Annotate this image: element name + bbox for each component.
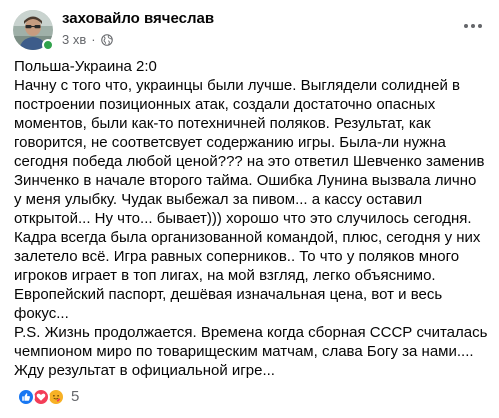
more-dot [478, 24, 482, 28]
heart-glyph [36, 393, 46, 401]
more-options-icon[interactable] [457, 12, 489, 40]
post-text-line: чемпионом миро по товарищеским матчам, с… [14, 343, 474, 360]
reaction-count[interactable]: 5 [71, 388, 79, 406]
like-icon[interactable] [17, 388, 35, 406]
facebook-post: заховайло вячеслав 3 хв · Польша-Украина… [0, 0, 499, 418]
more-dot [464, 24, 468, 28]
post-text-line: сегодня победа любой ценой??? на это отв… [14, 153, 485, 170]
reactions-summary[interactable]: 5 [17, 387, 79, 407]
post-header: заховайло вячеслав 3 хв · [13, 10, 489, 51]
post-text-line: Начну с того что, украинцы были лучше. В… [14, 77, 460, 94]
post-text-line: Зинченко в начале второго тайма. Ошибка … [14, 172, 477, 189]
post-text-line: Европейский паспорт, дешёвая изначальная… [14, 286, 443, 303]
post-text-line: Жду результат в официальной игре... [14, 362, 275, 379]
avatar-container[interactable] [13, 10, 54, 51]
post-meta: заховайло вячеслав 3 хв · [62, 10, 214, 48]
author-name[interactable]: заховайло вячеслав [62, 10, 214, 28]
post-subline: 3 хв · [62, 32, 214, 48]
post-text-line: залетело всё. Игра равных соперников.. Т… [14, 248, 460, 265]
globe-icon[interactable] [100, 34, 113, 46]
post-text-line: игроков играет в топ лигах, на мой взгля… [14, 267, 436, 284]
post-text-line: фокус... [14, 305, 69, 322]
post-text-line: Кадра всегда была организованной командо… [14, 229, 481, 246]
thumbs-up-glyph [22, 393, 30, 401]
post-text-line: говорится, не соответсвует содержанию иг… [14, 134, 446, 151]
post-text-line: открытой... Ну что... бывает))) хорошо ч… [14, 210, 472, 227]
separator-dot: · [91, 32, 96, 47]
post-text: Польша-Украина 2:0 Начну с того что, укр… [14, 57, 494, 380]
care-face-glyph [49, 390, 63, 404]
post-timestamp[interactable]: 3 хв [62, 32, 86, 48]
post-text-line: построении позиционных атак, создали дос… [14, 96, 436, 113]
online-status-dot [42, 39, 54, 51]
post-text-line: моментов, были как-то потехничней поляко… [14, 115, 431, 132]
post-text-line: P.S. Жизнь продолжается. Времена когда с… [14, 324, 488, 341]
more-dot [471, 24, 475, 28]
post-text-line: у меня улыбку. Чудак выбежал за пивом...… [14, 191, 423, 208]
post-text-line: Польша-Украина 2:0 [14, 58, 157, 75]
